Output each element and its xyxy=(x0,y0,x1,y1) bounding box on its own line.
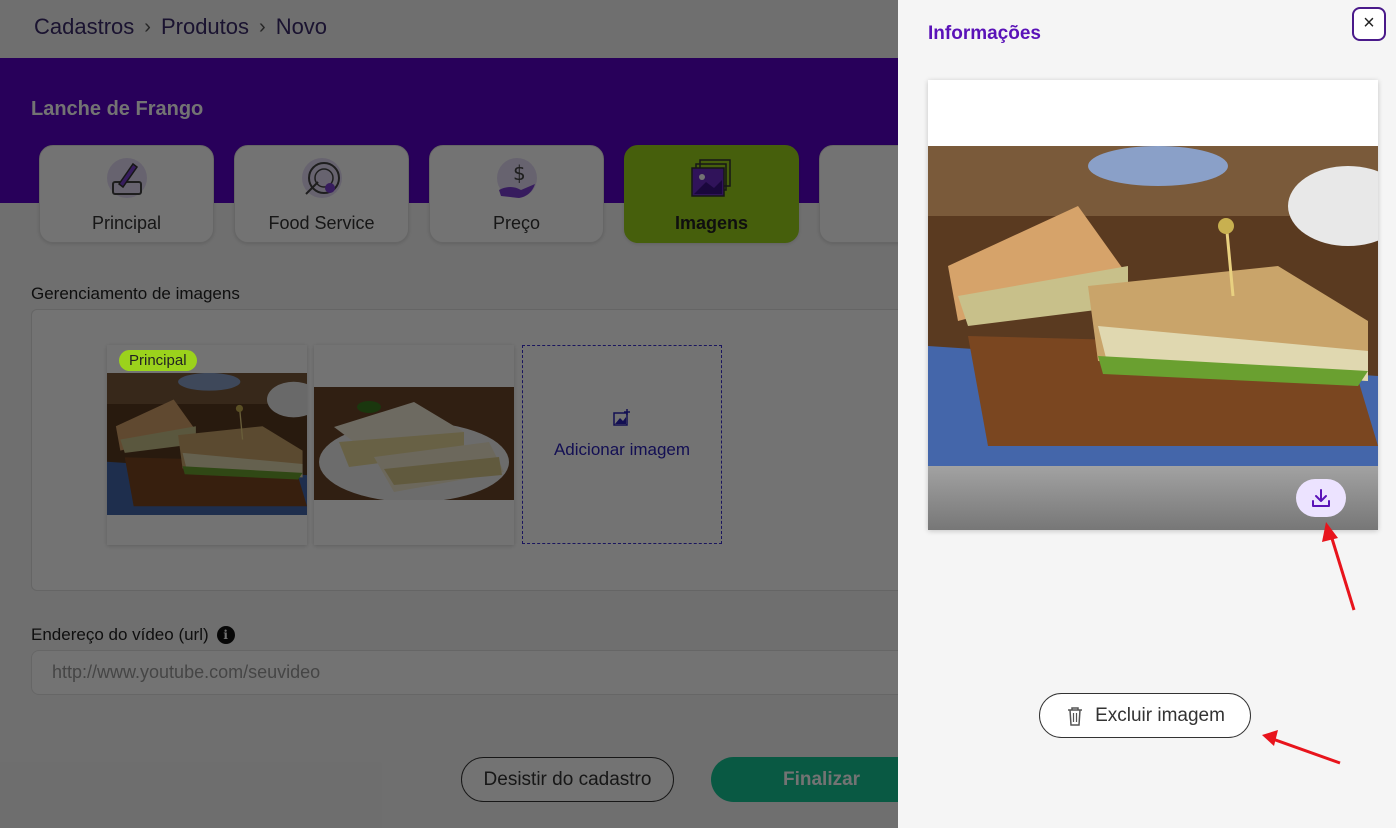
breadcrumb-item-cadastros[interactable]: Cadastros xyxy=(34,14,134,40)
tab-bar: Principal Food Service $ Preço Imagens xyxy=(39,145,994,243)
product-title: Lanche de Frango xyxy=(31,98,204,120)
principal-badge: Principal xyxy=(119,350,197,371)
image-thumbnail[interactable]: Principal xyxy=(107,345,307,545)
sandwich-photo xyxy=(314,387,514,500)
images-section-title: Gerenciamento de imagens xyxy=(31,284,240,303)
video-url-label: Endereço do vídeo (url) i xyxy=(31,625,235,645)
tab-preco[interactable]: $ Preço xyxy=(429,145,604,243)
delete-image-button[interactable]: Excluir imagem xyxy=(1039,693,1251,738)
trash-icon xyxy=(1068,706,1083,726)
add-image-label: Adicionar imagem xyxy=(553,440,691,459)
info-icon[interactable]: i xyxy=(216,626,235,644)
tab-principal[interactable]: Principal xyxy=(39,145,214,243)
tab-label: Preço xyxy=(492,213,541,233)
cancel-registration-button[interactable]: Desistir do cadastro xyxy=(461,757,674,802)
download-icon xyxy=(1312,489,1330,507)
image-thumbnail[interactable] xyxy=(314,345,514,545)
chevron-right-icon: › xyxy=(144,15,151,38)
tab-food-service[interactable]: Food Service xyxy=(234,145,409,243)
tab-label: Principal xyxy=(91,213,162,233)
image-preview-card xyxy=(928,80,1378,530)
food-service-icon xyxy=(301,158,342,198)
tab-imagens[interactable]: Imagens xyxy=(624,145,799,243)
image-info-drawer: Informações × Excluir imagem xyxy=(898,0,1396,828)
video-url-label-text: Endereço do vídeo (url) xyxy=(31,625,209,644)
breadcrumb-item-novo: Novo xyxy=(275,14,328,39)
download-button[interactable] xyxy=(1296,479,1346,517)
sandwich-photo xyxy=(107,373,307,515)
tab-label: Food Service xyxy=(268,213,375,233)
tab-label: Imagens xyxy=(674,213,749,233)
price-icon: $ xyxy=(496,158,537,198)
delete-image-label: Excluir imagem xyxy=(1095,704,1225,726)
add-image-icon xyxy=(613,409,630,426)
svg-text:$: $ xyxy=(513,161,526,185)
images-icon xyxy=(690,159,731,197)
breadcrumb-item-produtos[interactable]: Produtos xyxy=(161,14,249,40)
pencil-icon xyxy=(106,158,147,198)
video-url-input[interactable] xyxy=(31,650,1031,695)
add-image-button[interactable]: Adicionar imagem xyxy=(522,345,722,544)
breadcrumb: Cadastros › Produtos › Novo xyxy=(34,14,327,40)
drawer-title: Informações xyxy=(928,23,1041,44)
close-button[interactable]: × xyxy=(1352,7,1386,41)
chevron-right-icon: › xyxy=(259,15,266,38)
sandwich-photo xyxy=(928,146,1378,466)
